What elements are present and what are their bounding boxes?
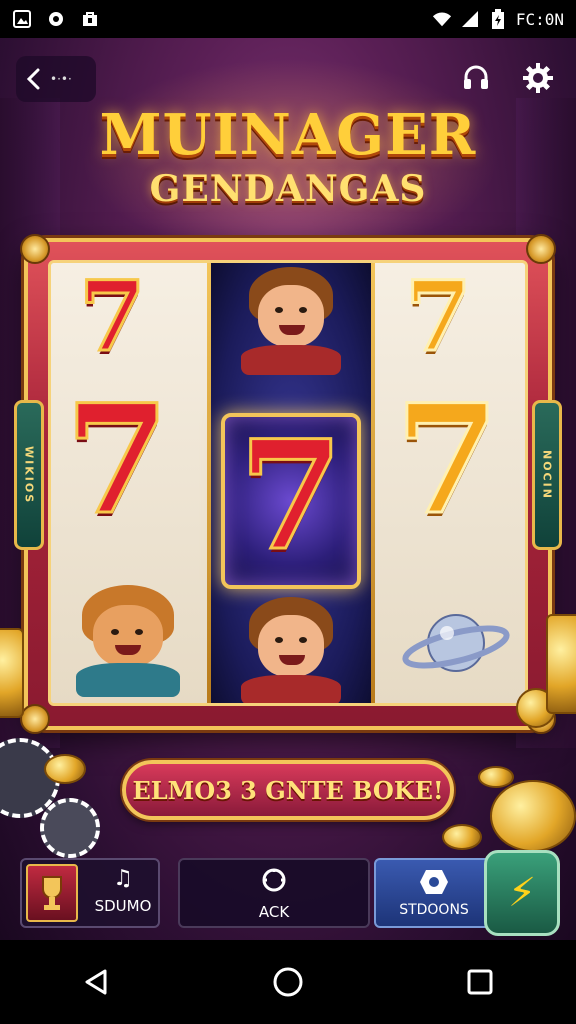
ack-label: ACK (258, 903, 290, 921)
nav-back-button[interactable] (66, 952, 126, 1012)
headset-icon[interactable] (458, 60, 494, 96)
slot-machine-frame: WIKIOS NOCIN 7 7 7 7 7 (14, 234, 562, 734)
sound-button[interactable]: ♫ SDUMO (20, 858, 160, 928)
lightning-button[interactable]: ⚡ (484, 850, 560, 936)
back-button[interactable]: •·•· (16, 56, 96, 102)
game-title: MUINAGER (99, 102, 477, 168)
reel-1: 7 7 (51, 260, 207, 703)
settings-app-icon (46, 9, 66, 29)
lightning-icon: ⚡ (507, 870, 537, 916)
gold-coin (44, 754, 86, 784)
status-time: FC:0N (515, 9, 564, 29)
square-recents-icon (467, 969, 493, 995)
triangle-back-icon (85, 969, 107, 995)
gold-coin-stack (0, 628, 24, 718)
reel-3: 7 7 (375, 260, 525, 703)
nav-recents-button[interactable] (450, 952, 510, 1012)
right-side-tab: NOCIN (532, 400, 562, 550)
frame-corner-ornament (526, 234, 556, 264)
navigation-bar (0, 940, 576, 1024)
game-area: •·•· MUINAGER GENDANGAS WIKIOS NOCIN 7 7 (0, 38, 576, 940)
gear-icon[interactable] (520, 60, 556, 96)
promo-banner-button[interactable]: ELMO3 3 GNTE BOKE! (122, 760, 454, 820)
reel-2: 7 (211, 263, 371, 703)
circle-home-icon (273, 967, 303, 997)
chevron-left-icon (26, 68, 40, 90)
reels-window: 7 7 7 7 7 (48, 260, 528, 706)
reel-symbol-red-seven: 7 (63, 372, 170, 548)
left-side-tab: WIKIOS (14, 400, 44, 550)
reel-symbol-gold-seven: 7 (404, 260, 474, 373)
gold-coin (478, 766, 514, 788)
signal-icon (460, 9, 480, 29)
gold-coin (442, 824, 482, 850)
reel-symbol-planet (402, 614, 510, 672)
badge-icon (420, 870, 448, 894)
reel-symbol-cat-character (73, 585, 183, 697)
trophy-icon (26, 864, 78, 922)
promo-banner-label: ELMO3 3 GNTE BOKE! (132, 775, 444, 805)
nav-home-button[interactable] (258, 952, 318, 1012)
sound-label: SDUMO (94, 897, 152, 915)
frame-corner-ornament (20, 704, 50, 734)
reel-symbol-red-seven: 7 (78, 260, 148, 373)
status-bar: FC:0N (0, 0, 576, 38)
photo-icon (12, 9, 32, 29)
ack-button[interactable]: ACK (178, 858, 370, 928)
reel-symbol-hero-character (239, 267, 343, 375)
reel-symbol-red-seven: 7 (237, 408, 344, 584)
store-icon (80, 9, 100, 29)
bottom-controls: ♫ SDUMO ACK STDOONS ⚡ (0, 848, 576, 940)
gold-coin-stack (490, 780, 576, 852)
game-subtitle: GENDANGAS (149, 168, 427, 210)
battery-icon (488, 9, 508, 29)
stdoons-label: STDOONS (399, 902, 469, 918)
status-left (12, 9, 100, 29)
reel-symbol-gold-seven: 7 (393, 372, 500, 548)
gold-coin-stack (546, 614, 576, 714)
frame-corner-ornament (20, 234, 50, 264)
status-right: FC:0N (432, 9, 564, 29)
winning-symbol-highlight: 7 (221, 413, 361, 589)
reel-symbol-hero-character (239, 597, 343, 703)
refresh-icon (262, 868, 286, 892)
music-note-icon: ♫ (113, 866, 133, 891)
sound-control: ♫ SDUMO (88, 866, 158, 915)
wifi-icon (432, 9, 452, 29)
back-label: •·•· (50, 72, 72, 86)
stdoons-button[interactable]: STDOONS (374, 858, 494, 928)
